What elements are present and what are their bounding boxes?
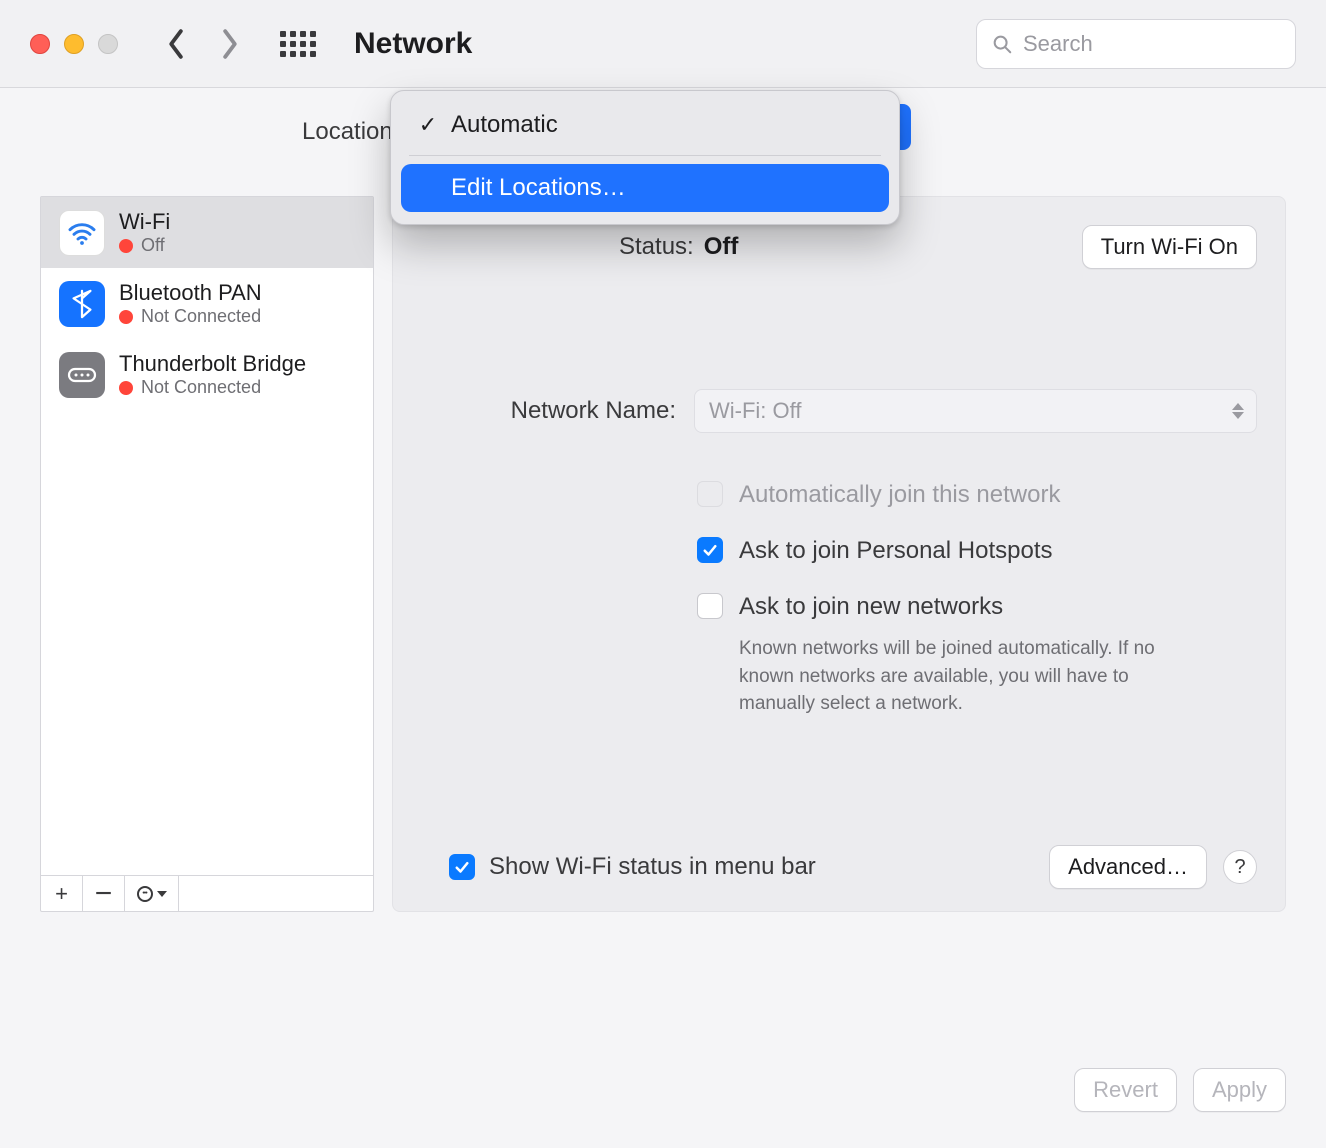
sidebar-item-name: Thunderbolt Bridge xyxy=(119,351,306,377)
page-footer: Revert Apply xyxy=(1074,1068,1286,1112)
location-option-label: Automatic xyxy=(451,111,558,139)
titlebar: Network xyxy=(0,0,1326,88)
minimize-window-button[interactable] xyxy=(64,34,84,54)
updown-chevron-icon xyxy=(1232,403,1244,419)
sidebar-item-wifi[interactable]: Wi-Fi Off xyxy=(41,197,373,268)
interface-actions-button[interactable] xyxy=(125,876,179,911)
forward-button xyxy=(210,24,250,64)
help-button[interactable]: ? xyxy=(1223,850,1257,884)
close-window-button[interactable] xyxy=(30,34,50,54)
thunderbolt-bridge-icon xyxy=(59,352,105,398)
bluetooth-icon xyxy=(59,281,105,327)
main-panel: Status: Off Turn Wi-Fi On Network Name: … xyxy=(392,196,1286,912)
menu-separator xyxy=(409,155,881,156)
location-popup: ✓ Automatic Edit Locations… xyxy=(390,90,900,225)
window-controls xyxy=(30,34,118,54)
add-interface-button[interactable]: + xyxy=(41,876,83,911)
status-dot-icon xyxy=(119,381,133,395)
status-label: Status: xyxy=(619,233,694,261)
sidebar-item-status: Not Connected xyxy=(119,306,262,327)
sidebar-item-name: Bluetooth PAN xyxy=(119,280,262,306)
advanced-button[interactable]: Advanced… xyxy=(1049,845,1207,889)
sidebar-item-status: Not Connected xyxy=(119,377,306,398)
apply-button: Apply xyxy=(1193,1068,1286,1112)
turn-wifi-on-button[interactable]: Turn Wi-Fi On xyxy=(1082,225,1257,269)
show-all-prefs-button[interactable] xyxy=(278,24,318,64)
ask-hotspots-label: Ask to join Personal Hotspots xyxy=(739,537,1053,565)
location-option-automatic[interactable]: ✓ Automatic xyxy=(401,101,889,149)
wifi-icon xyxy=(59,210,105,256)
ask-new-networks-help: Known networks will be joined automatica… xyxy=(739,635,1199,718)
location-option-edit[interactable]: Edit Locations… xyxy=(401,164,889,212)
interface-list: Wi-Fi Off Bluetooth PAN Not Connected xyxy=(41,197,373,875)
revert-button: Revert xyxy=(1074,1068,1177,1112)
zoom-window-button xyxy=(98,34,118,54)
status-dot-icon xyxy=(119,239,133,253)
auto-join-label: Automatically join this network xyxy=(739,481,1060,509)
sidebar-item-status: Off xyxy=(119,235,170,256)
status-value: Off xyxy=(704,233,739,261)
show-menubar-checkbox[interactable] xyxy=(449,854,475,880)
sidebar-footer: + − xyxy=(41,875,373,911)
ask-new-networks-checkbox[interactable] xyxy=(697,593,723,619)
network-name-value: Wi-Fi: Off xyxy=(709,398,801,424)
ellipsis-circle-icon xyxy=(137,886,153,902)
sidebar-item-thunderbolt-bridge[interactable]: Thunderbolt Bridge Not Connected xyxy=(41,339,373,410)
network-name-select[interactable]: Wi-Fi: Off xyxy=(694,389,1257,433)
chevron-down-icon xyxy=(157,891,167,897)
search-field[interactable] xyxy=(976,19,1296,69)
location-label: Location: xyxy=(302,118,399,146)
ask-hotspots-checkbox[interactable] xyxy=(697,537,723,563)
ask-new-networks-label: Ask to join new networks xyxy=(739,593,1003,621)
back-button[interactable] xyxy=(156,24,196,64)
window-title: Network xyxy=(354,27,472,61)
status-dot-icon xyxy=(119,310,133,324)
show-menubar-label: Show Wi-Fi status in menu bar xyxy=(489,853,816,881)
sidebar-item-bluetooth-pan[interactable]: Bluetooth PAN Not Connected xyxy=(41,268,373,339)
content: Location: ✓ Automatic Edit Locations… Wi… xyxy=(0,88,1326,1148)
checkmark-icon: ✓ xyxy=(417,112,439,138)
remove-interface-button[interactable]: − xyxy=(83,876,125,911)
search-input[interactable] xyxy=(1023,31,1281,57)
network-name-label: Network Name: xyxy=(421,397,676,425)
location-option-label: Edit Locations… xyxy=(451,174,626,202)
search-icon xyxy=(991,33,1013,55)
interface-sidebar: Wi-Fi Off Bluetooth PAN Not Connected xyxy=(40,196,374,912)
sidebar-item-name: Wi-Fi xyxy=(119,209,170,235)
auto-join-checkbox xyxy=(697,481,723,507)
